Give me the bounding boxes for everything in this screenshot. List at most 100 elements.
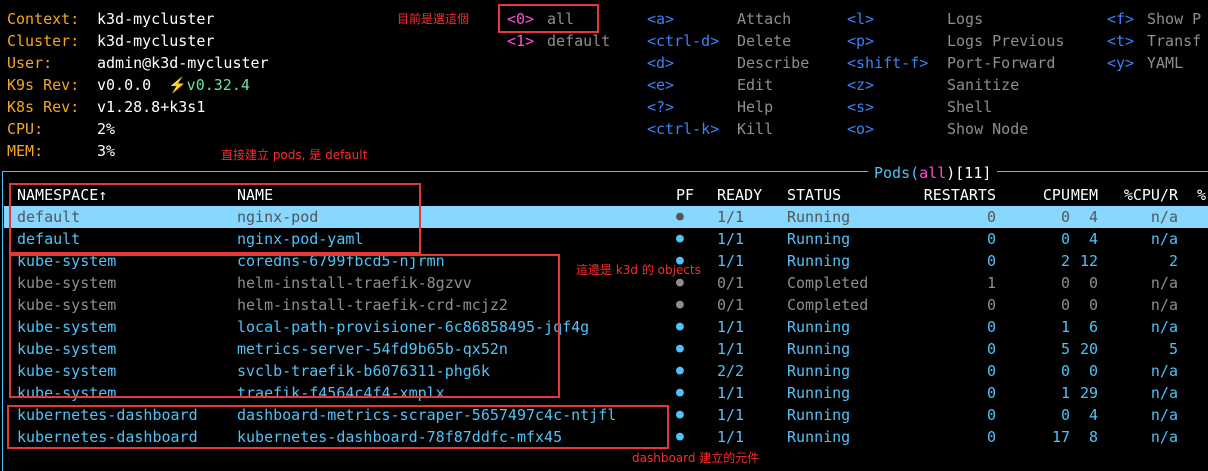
cell-status: Running bbox=[787, 362, 851, 380]
key-show-node[interactable]: <o> bbox=[847, 118, 874, 140]
cell-cpu: 2 bbox=[1060, 252, 1070, 270]
cell-mem: 4 bbox=[1088, 406, 1098, 424]
annotation-box-kube-system bbox=[9, 254, 560, 398]
key-help[interactable]: <?> bbox=[647, 96, 674, 118]
port-forward-status-icon: ● bbox=[676, 319, 684, 334]
cell-restarts: 0 bbox=[986, 208, 996, 226]
col-status[interactable]: STATUS bbox=[787, 184, 841, 206]
col-cpu-r[interactable]: %CPU/R bbox=[1124, 184, 1178, 206]
cell-cpu: 0 bbox=[1060, 362, 1070, 380]
cell-cpur: n/a bbox=[1150, 428, 1178, 446]
col-pf[interactable]: PF bbox=[676, 184, 694, 206]
cell-mem: 8 bbox=[1088, 428, 1098, 446]
action-show-node[interactable]: Show Node bbox=[947, 118, 1028, 140]
cell-status: Running bbox=[787, 208, 851, 226]
info-label-cpu: CPU: bbox=[7, 120, 44, 138]
key-show-portforward[interactable]: <f> bbox=[1107, 8, 1134, 30]
cell-status: Running bbox=[787, 340, 851, 358]
cell-ready: 0/1 bbox=[717, 296, 745, 314]
action-port-forward[interactable]: Port-Forward bbox=[947, 52, 1055, 74]
cell-cpu: 0 bbox=[1060, 406, 1070, 424]
action-shell[interactable]: Shell bbox=[947, 96, 992, 118]
cell-mem: 0 bbox=[1088, 362, 1098, 380]
cell-restarts: 0 bbox=[986, 296, 996, 314]
cell-ready: 1/1 bbox=[717, 208, 745, 226]
annotation-current-selection: 目前是選這個 bbox=[397, 12, 470, 26]
cell-status: Running bbox=[787, 318, 851, 336]
action-describe[interactable]: Describe bbox=[737, 52, 809, 74]
port-forward-status-icon: ● bbox=[676, 297, 684, 312]
cell-mem: 4 bbox=[1088, 208, 1098, 226]
col-cpu[interactable]: CPU bbox=[1043, 184, 1070, 206]
cell-cpu: 0 bbox=[1060, 296, 1070, 314]
key-transfer[interactable]: <t> bbox=[1107, 30, 1134, 52]
key-yaml[interactable]: <y> bbox=[1107, 52, 1134, 74]
key-port-forward[interactable]: <shift-f> bbox=[847, 52, 928, 74]
port-forward-status-icon: ● bbox=[676, 429, 684, 444]
key-describe[interactable]: <d> bbox=[647, 52, 674, 74]
col-restarts[interactable]: RESTARTS bbox=[924, 184, 996, 206]
cell-restarts: 0 bbox=[986, 318, 996, 336]
info-value-cluster: k3d-mycluster bbox=[97, 32, 215, 50]
cell-restarts: 1 bbox=[986, 274, 996, 292]
key-logs[interactable]: <l> bbox=[847, 8, 874, 30]
action-delete[interactable]: Delete bbox=[737, 30, 791, 52]
namespace-default[interactable]: default bbox=[547, 30, 610, 52]
info-value-k8s-rev: v1.28.8+k3s1 bbox=[97, 98, 206, 116]
action-edit[interactable]: Edit bbox=[737, 74, 773, 96]
info-value-cpu: 2% bbox=[97, 120, 116, 138]
info-value-user: admin@k3d-mycluster bbox=[97, 54, 269, 72]
cell-restarts: 0 bbox=[986, 384, 996, 402]
action-attach[interactable]: Attach bbox=[737, 8, 791, 30]
cell-mem: 0 bbox=[1088, 296, 1098, 314]
cell-mem: 0 bbox=[1088, 274, 1098, 292]
cell-ready: 1/1 bbox=[717, 318, 745, 336]
info-label-user: User: bbox=[7, 54, 53, 72]
action-logs-previous[interactable]: Logs Previous bbox=[947, 30, 1064, 52]
annotation-box-default bbox=[9, 183, 421, 254]
key-kill[interactable]: <ctrl-k> bbox=[647, 118, 719, 140]
key-attach[interactable]: <a> bbox=[647, 8, 674, 30]
cell-cpu: 1 bbox=[1060, 384, 1070, 402]
namespace-key-default[interactable]: <1> bbox=[507, 30, 534, 52]
cell-cpur: 5 bbox=[1168, 340, 1178, 358]
key-sanitize[interactable]: <z> bbox=[847, 74, 874, 96]
cell-ready: 1/1 bbox=[717, 340, 745, 358]
key-edit[interactable]: <e> bbox=[647, 74, 674, 96]
col-ready[interactable]: READY bbox=[717, 184, 762, 206]
key-logs-previous[interactable]: <p> bbox=[847, 30, 874, 52]
action-yaml[interactable]: YAML bbox=[1147, 52, 1183, 74]
action-show-portforward[interactable]: Show P bbox=[1147, 8, 1201, 30]
col-truncated[interactable]: % bbox=[1197, 184, 1206, 206]
cell-status: Running bbox=[787, 252, 851, 270]
annotation-k3d-objects: 這邊是 k3d 的 objects bbox=[576, 263, 701, 277]
cell-cpur: n/a bbox=[1150, 208, 1178, 226]
cell-mem: 6 bbox=[1088, 318, 1098, 336]
cell-ready: 1/1 bbox=[717, 406, 745, 424]
key-delete[interactable]: <ctrl-d> bbox=[647, 30, 719, 52]
cell-mem: 20 bbox=[1079, 340, 1098, 358]
cell-cpu: 5 bbox=[1060, 340, 1070, 358]
cell-restarts: 0 bbox=[986, 252, 996, 270]
key-shell[interactable]: <s> bbox=[847, 96, 874, 118]
port-forward-status-icon: ● bbox=[676, 407, 684, 422]
cell-ready: 1/1 bbox=[717, 428, 745, 446]
port-forward-status-icon: ● bbox=[676, 385, 684, 400]
annotation-box-namespace bbox=[498, 4, 599, 33]
cell-mem: 12 bbox=[1079, 252, 1098, 270]
cell-restarts: 0 bbox=[986, 428, 996, 446]
cell-cpu: 0 bbox=[1060, 208, 1070, 226]
action-sanitize[interactable]: Sanitize bbox=[947, 74, 1019, 96]
cell-cpu: 1 bbox=[1060, 318, 1070, 336]
info-value-context: k3d-mycluster bbox=[97, 10, 215, 28]
action-transfer[interactable]: Transf bbox=[1147, 30, 1201, 52]
cell-status: Running bbox=[787, 406, 851, 424]
action-help[interactable]: Help bbox=[737, 96, 773, 118]
col-mem[interactable]: MEM bbox=[1071, 184, 1098, 206]
cell-cpur: 2 bbox=[1168, 252, 1178, 270]
action-kill[interactable]: Kill bbox=[737, 118, 773, 140]
info-label-context: Context: bbox=[7, 10, 80, 28]
info-label-mem: MEM: bbox=[7, 142, 44, 160]
cell-restarts: 0 bbox=[986, 406, 996, 424]
action-logs[interactable]: Logs bbox=[947, 8, 983, 30]
